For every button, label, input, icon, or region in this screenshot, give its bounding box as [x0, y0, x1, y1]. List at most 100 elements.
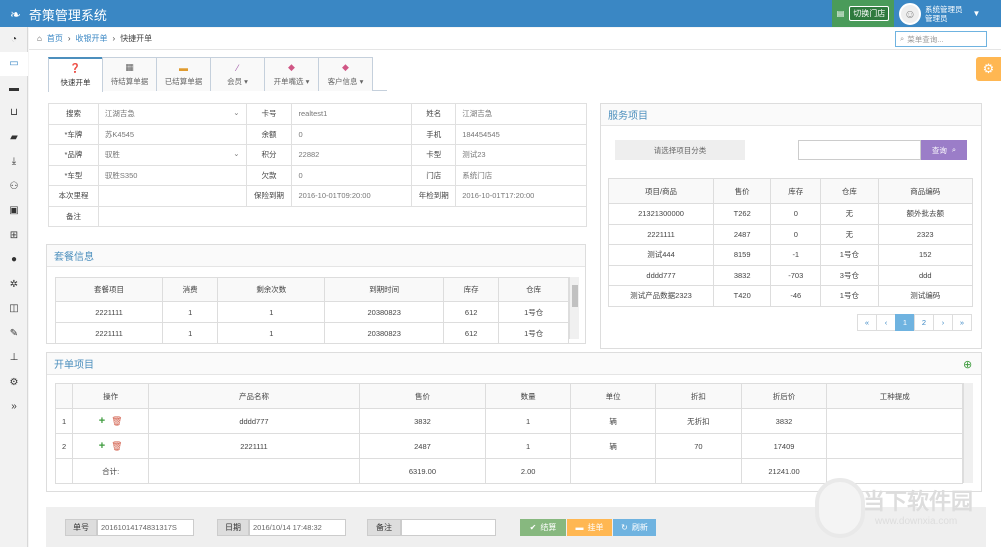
monitor-icon[interactable]: ▭ [0, 51, 28, 76]
table-row[interactable]: 2221111 1 1 20380823 612 1号仓 [54, 301, 569, 323]
settle-button[interactable]: ✔ 结算 [520, 519, 566, 536]
card-field[interactable]: realtest1 [291, 103, 413, 125]
query-button[interactable]: 查询 ⌕ [921, 140, 967, 160]
tab-customer-info[interactable]: ◆ 客户信息 ▾ [318, 57, 373, 91]
tab-order-select[interactable]: ◆ 开单嘴选 ▾ [264, 57, 319, 91]
pause-icon: ▬ [575, 523, 584, 532]
service-table: 项目/商品 售价 库存 仓库 商品编码 21321300000 T262 0 无额外批去额 2… [607, 178, 974, 307]
date-field[interactable]: 2016/10/14 17:48:32 [249, 519, 346, 536]
page-prev[interactable]: ‹ [876, 314, 896, 331]
store-field[interactable]: 系统门店 [455, 164, 587, 186]
page-last[interactable]: » [952, 314, 972, 331]
columns-icon[interactable]: ◫ [0, 297, 28, 322]
customer-form: 搜索 江湖吉急 ⌄ 卡号 realtest1 姓名 江湖吉急 *车牌 苏K4545… [48, 103, 588, 227]
edit-icon[interactable]: ✎ [0, 321, 28, 346]
user-menu[interactable]: ☺ 系统管理员 管理员 ▼ [895, 0, 1001, 27]
menu-search-input[interactable]: ⌕ 菜单查询... [895, 31, 987, 47]
switch-store-button[interactable]: 切换门店 [849, 6, 890, 21]
credit-card-icon: ▬ [179, 62, 188, 73]
table-row[interactable]: dddd777 3832 -703 3号仓 ddd [607, 264, 974, 286]
inspection-field[interactable]: 2016-10-01T17:20:00 [455, 185, 587, 207]
balance-field[interactable]: 0 [291, 123, 413, 145]
name-field[interactable]: 江湖吉急 [455, 103, 587, 125]
check-icon: ✔ [529, 523, 537, 532]
avatar: ☺ [899, 2, 921, 25]
points-field[interactable]: 22882 [291, 144, 413, 166]
search-icon: ⌕ [951, 145, 957, 154]
sitemap-icon[interactable]: ⊥ [0, 346, 28, 371]
briefcase-icon[interactable]: ▣ [0, 199, 28, 224]
page-next[interactable]: › [933, 314, 953, 331]
hold-button[interactable]: ▬ 挂单 [567, 519, 612, 536]
page-1[interactable]: 1 [895, 314, 915, 331]
order-table: 操作 产品名称 售价 数量 单位 折扣 折后价 工种提成 1 + 🗑 dddd777 3832 1 辆… [54, 383, 963, 484]
table-row[interactable]: 21321300000 T262 0 无额外批去额 [607, 203, 974, 225]
service-search-input[interactable] [798, 140, 921, 160]
table-row[interactable]: 2 + 🗑 2221111 2487 1 辆 70 17409 [54, 433, 963, 459]
switch-store-area[interactable]: ▤ 切换门店 [832, 0, 894, 27]
table-row[interactable]: 测试444 8159 -1 1号仓 152 [607, 244, 974, 266]
tag-icon: ◆ [288, 62, 295, 72]
package-scrollbar[interactable] [569, 277, 579, 339]
order-no-field[interactable]: 20161014174831317S [97, 519, 194, 536]
mileage-field[interactable] [97, 185, 247, 207]
table-row[interactable]: 测试产品数据2323 T420 -46 1号仓 测试编码 [607, 285, 974, 307]
pagination: « ‹ 1 2 › » [857, 314, 972, 331]
page-2[interactable]: 2 [914, 314, 934, 331]
settings-fab-button[interactable]: ⚙ [976, 57, 1001, 81]
package-title: 套餐信息 [47, 245, 585, 267]
order-scrollbar[interactable] [963, 383, 973, 483]
tab-pending[interactable]: ▦ 待结算单据 [102, 57, 157, 91]
credit-card-icon[interactable]: ▬ [0, 76, 28, 101]
add-icon[interactable]: + [99, 440, 105, 452]
chevron-down-icon: ⌄ [233, 149, 240, 159]
tab-quick-order[interactable]: ❓ 快速开单 [48, 57, 103, 92]
cog-icon[interactable]: ✲ [0, 272, 28, 297]
download-icon[interactable]: ⤓ [0, 150, 28, 175]
tab-settled[interactable]: ▬ 已结算单据 [156, 57, 211, 91]
refresh-icon: ↻ [621, 523, 628, 532]
brand-select[interactable]: 驭胜 ⌄ [97, 144, 247, 166]
footer-remark-field[interactable] [401, 519, 496, 536]
truck-icon[interactable]: ▰ [0, 125, 28, 150]
sidebar: ◔ ▭ ▬ ⊔ ▰ ⤓ ⚇ ▣ ⊞ ● ✲ ◫ ✎ ⊥ ⚙ » [0, 27, 28, 547]
app-title: 奇策管理系统 [28, 8, 107, 23]
package-table: 套餐项目 消费 剩余次数 到期时间 库存 仓库 2221111 1 1 20380823 612 1… [54, 277, 569, 344]
trash-icon[interactable]: 🗑 [111, 441, 122, 451]
gift-icon[interactable]: ⊞ [0, 223, 28, 248]
breadcrumb-home[interactable]: 首页 [47, 33, 63, 44]
watermark: 当下软件园 www.downxia.com [815, 478, 1001, 547]
phone-field[interactable]: 184454545 [455, 123, 587, 145]
category-select[interactable]: 请选择项目分类 [615, 140, 745, 160]
app-logo[interactable]: ❧ 奇策管理系统 [10, 5, 107, 24]
service-title: 服务项目 [601, 104, 981, 126]
store-icon: ▤ [836, 9, 845, 18]
breadcrumb-level1[interactable]: 收银开单 [76, 33, 108, 44]
top-navbar: ❧ 奇策管理系统 ▤ 切换门店 ☺ 系统管理员 管理员 ▼ [0, 0, 1001, 27]
users-icon[interactable]: ⚇ [0, 174, 28, 199]
cardtype-field[interactable]: 测试23 [455, 144, 587, 166]
add-icon[interactable]: + [99, 415, 105, 427]
dashboard-icon[interactable]: ◔ [0, 27, 28, 52]
debt-field[interactable]: 0 [291, 164, 413, 186]
cogs-icon[interactable]: ⚙ [0, 370, 28, 395]
plate-field[interactable]: 苏K4545 [97, 123, 247, 145]
user-icon[interactable]: ● [0, 248, 28, 273]
home-icon: ⌂ [37, 34, 42, 43]
collapse-icon[interactable]: » [0, 395, 28, 420]
table-row[interactable]: 2221111 1 1 20380823 612 1号仓 [54, 322, 569, 344]
user-role: 管理员 [925, 13, 948, 23]
search-select[interactable]: 江湖吉急 ⌄ [97, 103, 247, 125]
trash-icon[interactable]: 🗑 [111, 416, 122, 426]
insurance-field[interactable]: 2016-10-01T09:20:00 [291, 185, 413, 207]
table-row[interactable]: 2221111 2487 0 无 2323 [607, 223, 974, 245]
leaf-icon: ❧ [10, 6, 21, 22]
model-field[interactable]: 驭胜S350 [97, 164, 247, 186]
tab-member[interactable]: ⁄ 会员 ▾ [210, 57, 265, 91]
inbox-icon[interactable]: ⊔ [0, 101, 28, 126]
zoom-in-icon[interactable]: ⊕ [963, 358, 972, 371]
page-first[interactable]: « [857, 314, 877, 331]
remark-field[interactable] [97, 205, 588, 227]
table-row[interactable]: 1 + 🗑 dddd777 3832 1 辆无折扣 3832 [54, 408, 963, 434]
refresh-button[interactable]: ↻ 刷新 [613, 519, 656, 536]
